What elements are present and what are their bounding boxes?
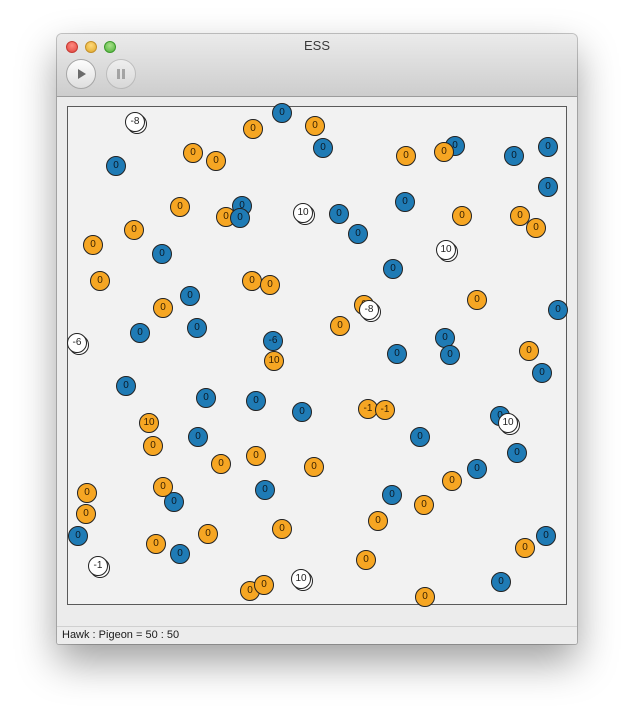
pigeon-agent: 0: [515, 538, 535, 558]
pigeon-agent: 0: [198, 524, 218, 544]
pigeon-agent: 10: [264, 351, 284, 371]
hawk-agent: 0: [152, 244, 172, 264]
hawk-agent: 0: [292, 402, 312, 422]
hawk-agent: -6: [263, 331, 283, 351]
hawk-agent: 0: [440, 345, 460, 365]
pigeon-agent: 0: [414, 495, 434, 515]
pigeon-agent: 0: [254, 575, 274, 595]
hawk-agent: 0: [170, 544, 190, 564]
hawk-agent: 0: [538, 177, 558, 197]
pigeon-agent: 0: [467, 290, 487, 310]
pigeon-agent: 0: [90, 271, 110, 291]
pigeon-agent: 0: [396, 146, 416, 166]
hawk-agent: 0: [230, 208, 250, 228]
pigeon-agent: 0: [153, 298, 173, 318]
pigeon-agent: 0: [77, 483, 97, 503]
pigeon-agent: 0: [76, 504, 96, 524]
pigeon-agent: 0: [356, 550, 376, 570]
hawk-agent: 0: [272, 103, 292, 123]
hawk-agent: 0: [188, 427, 208, 447]
pigeon-agent: 0: [272, 519, 292, 539]
hawk-agent: 0: [491, 572, 511, 592]
hawk-agent: 0: [348, 224, 368, 244]
empty-agent: 10: [498, 413, 518, 433]
pigeon-agent: 0: [415, 587, 435, 607]
hawk-agent: 0: [507, 443, 527, 463]
pigeon-agent: 0: [146, 534, 166, 554]
empty-agent: 10: [293, 203, 313, 223]
pigeon-agent: 0: [243, 119, 263, 139]
hawk-agent: 0: [536, 526, 556, 546]
pigeon-agent: 0: [124, 220, 144, 240]
hawk-agent: 0: [187, 318, 207, 338]
hawk-agent: 0: [255, 480, 275, 500]
hawk-agent: 0: [196, 388, 216, 408]
hawk-agent: 0: [106, 156, 126, 176]
pigeon-agent: 0: [305, 116, 325, 136]
hawk-agent: 0: [548, 300, 568, 320]
empty-agent: -6: [67, 333, 87, 353]
pigeon-agent: 0: [242, 271, 262, 291]
hawk-agent: 0: [532, 363, 552, 383]
empty-agent: 10: [291, 569, 311, 589]
empty-agent: -8: [359, 300, 379, 320]
hawk-agent: 0: [180, 286, 200, 306]
hawk-agent: 0: [504, 146, 524, 166]
pigeon-agent: 0: [304, 457, 324, 477]
pigeon-agent: 0: [519, 341, 539, 361]
empty-agent: -8: [125, 112, 145, 132]
agents-layer: 000-80000000000000010000000100000000000-…: [0, 0, 634, 724]
pigeon-agent: 0: [83, 235, 103, 255]
hawk-agent: 0: [130, 323, 150, 343]
empty-agent: -1: [88, 556, 108, 576]
hawk-agent: 0: [410, 427, 430, 447]
pigeon-agent: 0: [211, 454, 231, 474]
hawk-agent: 0: [116, 376, 136, 396]
empty-agent: 10: [436, 240, 456, 260]
hawk-agent: 0: [538, 137, 558, 157]
pigeon-agent: 0: [246, 446, 266, 466]
pigeon-agent: 0: [442, 471, 462, 491]
pigeon-agent: -1: [375, 400, 395, 420]
pigeon-agent: 0: [183, 143, 203, 163]
hawk-agent: 0: [382, 485, 402, 505]
hawk-agent: 0: [329, 204, 349, 224]
pigeon-agent: 0: [434, 142, 454, 162]
hawk-agent: 0: [68, 526, 88, 546]
pigeon-agent: 0: [170, 197, 190, 217]
pigeon-agent: 0: [206, 151, 226, 171]
hawk-agent: 0: [467, 459, 487, 479]
pigeon-agent: 10: [139, 413, 159, 433]
pigeon-agent: 0: [330, 316, 350, 336]
pigeon-agent: 0: [153, 477, 173, 497]
hawk-agent: 0: [246, 391, 266, 411]
hawk-agent: 0: [383, 259, 403, 279]
pigeon-agent: 0: [368, 511, 388, 531]
pigeon-agent: 0: [452, 206, 472, 226]
hawk-agent: 0: [313, 138, 333, 158]
hawk-agent: 0: [395, 192, 415, 212]
pigeon-agent: 0: [143, 436, 163, 456]
pigeon-agent: 0: [526, 218, 546, 238]
hawk-agent: 0: [387, 344, 407, 364]
pigeon-agent: 0: [260, 275, 280, 295]
